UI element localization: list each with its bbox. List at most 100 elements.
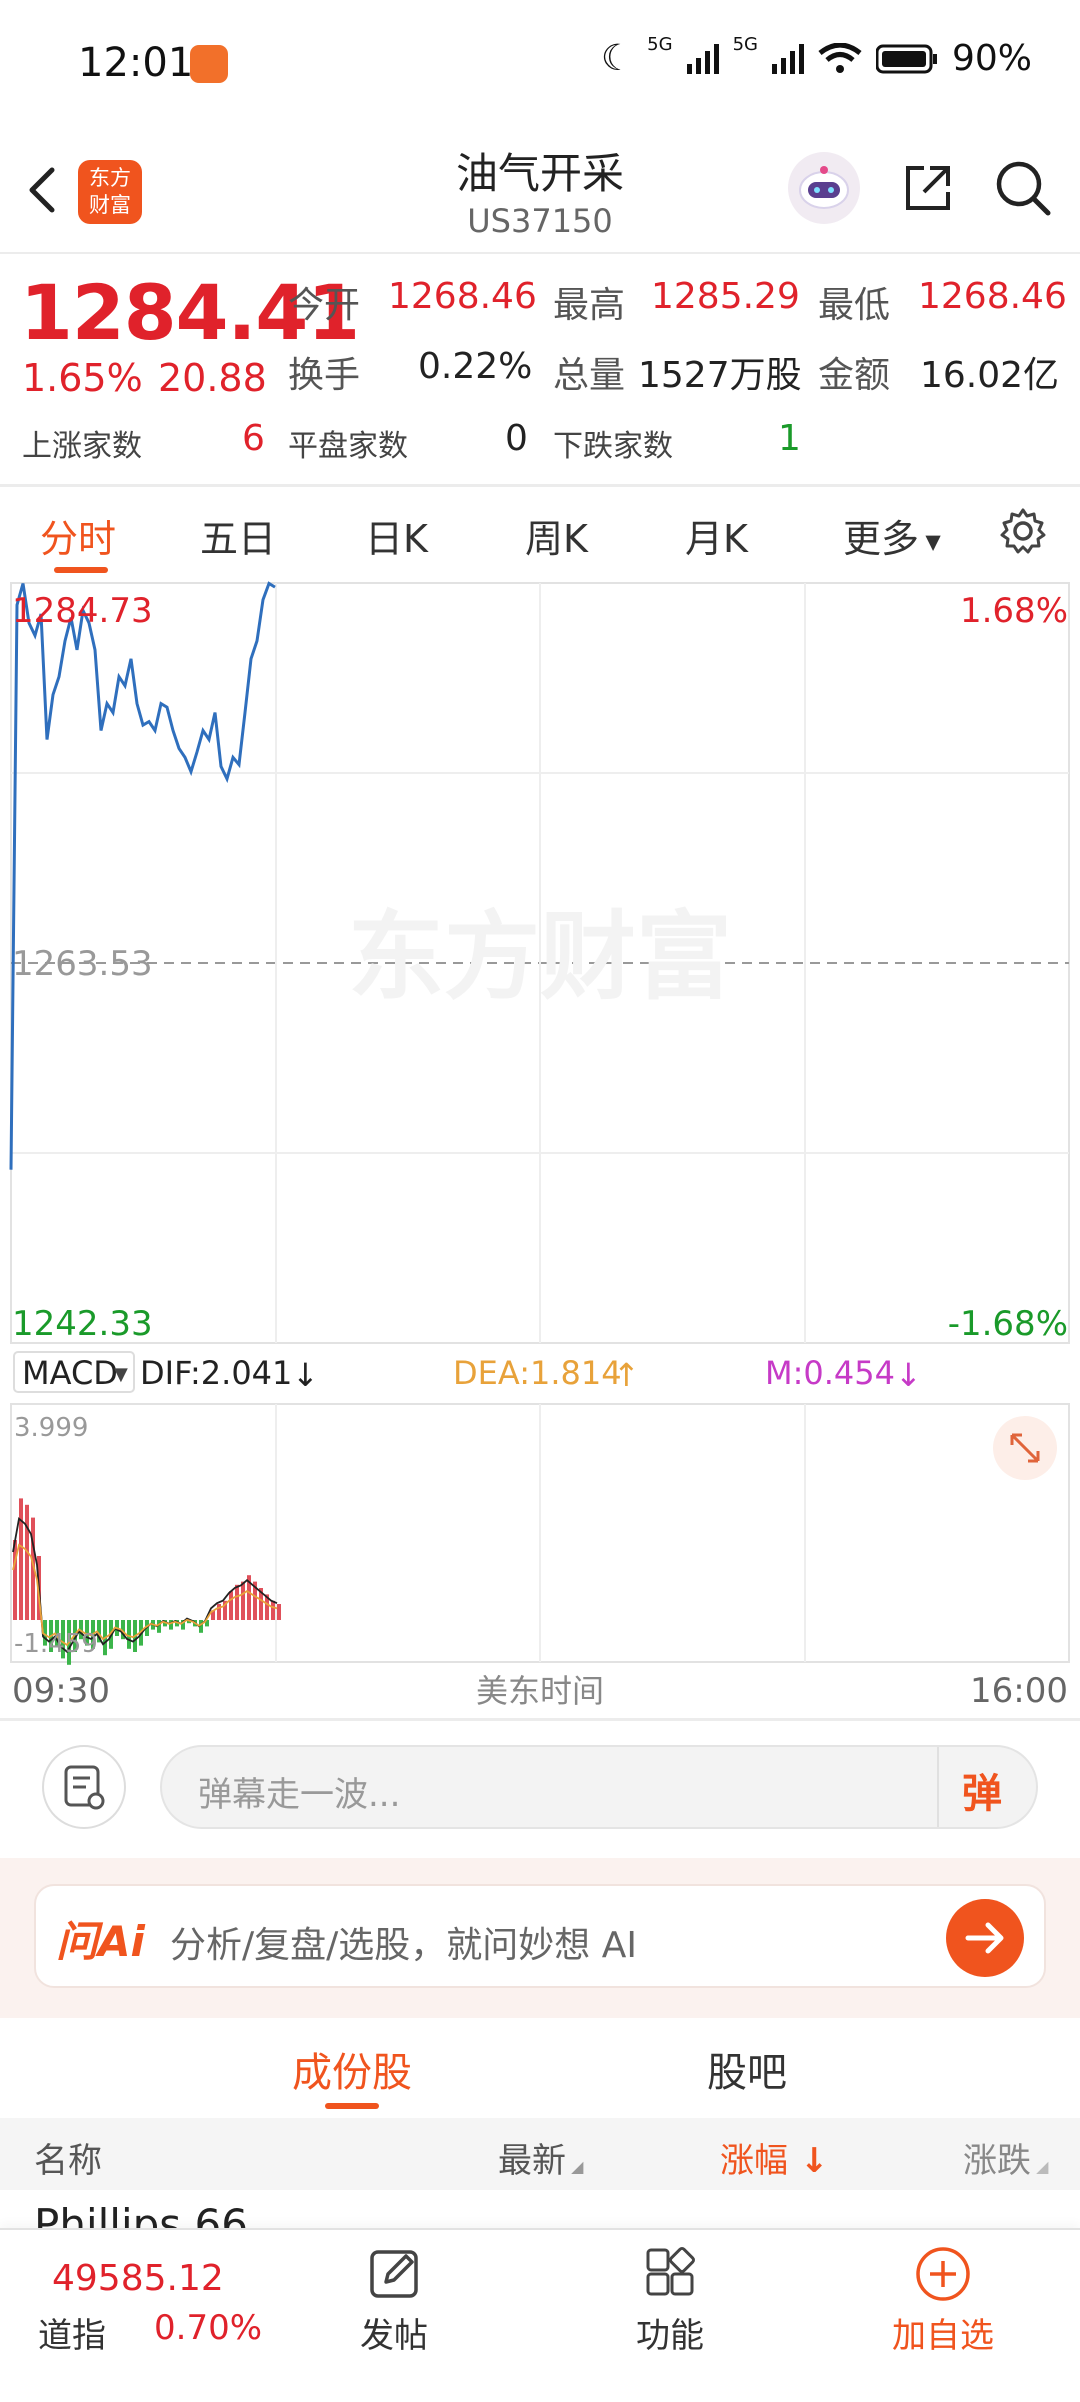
high-value: 1285.29 [651,276,800,317]
signal-icon-1: 5G [647,34,673,55]
tab-weekly-k[interactable]: 周K [525,508,588,563]
add-watchlist-button[interactable]: 加自选 [892,2244,994,2357]
caret-down-icon: ▼ [919,529,941,554]
danmaku-toggle-button[interactable]: 弹 [962,1761,1002,1819]
turnover-label: 换手 [288,355,361,396]
signal-bars-icon-1 [686,43,719,74]
status-time: 12:01 [78,40,194,86]
chart-top-price: 1284.73 [12,591,153,631]
col-change-pct[interactable]: 涨幅 ↓ [720,2133,828,2182]
col-name: 名称 [34,2141,102,2181]
chart-bottom-percent: -1.68% [948,1304,1068,1344]
header-divider [0,252,1080,254]
price-line [9,581,276,1170]
amount-value: 16.02亿 [920,355,1060,396]
tab-forum[interactable]: 股吧 [707,2040,787,2098]
flat-value: 0 [505,418,528,459]
macd-bar [235,1584,239,1620]
high-label: 最高 [553,285,626,326]
change-percent: 1.65% [22,356,143,400]
index-value[interactable]: 49585.12 [52,2258,224,2299]
edit-icon [370,2250,418,2298]
danmaku-settings-button[interactable] [42,1745,126,1829]
sort-icon: ◢ [566,2157,584,2176]
rising-label: 上涨家数 [22,429,142,464]
tab-more-label: 更多 [843,517,920,561]
chart-mid-price: 1263.53 [12,944,153,984]
ai-submit-button[interactable] [946,1899,1024,1977]
open-value: 1268.46 [388,276,537,317]
sub-tab-indicator [325,2103,379,2109]
bottom-nav: 49585.12 道指 0.70% 发帖 功能 加自选 [0,2228,1080,2402]
macd-dif: DIF:2.041 [140,1354,292,1392]
quote-divider [0,484,1080,487]
macd-dea: DEA:1.814 [453,1354,622,1392]
post-button[interactable]: 发帖 [360,2244,428,2357]
tab-constituents[interactable]: 成份股 [292,2040,412,2098]
ai-prompt: 分析/复盘/选股，就问妙想 AI [170,1925,637,1966]
tab-more[interactable]: 更多 ▼ [843,508,941,563]
macd-bar [19,1498,23,1620]
m-down-arrow-icon: ↓ [895,1356,922,1394]
tab-monthly-k[interactable]: 月K [685,508,748,563]
share-icon[interactable] [900,160,956,216]
intraday-chart[interactable]: 东方财富 1284.73 1.68% 1263.53 1242.33 -1.68… [0,580,1080,1720]
wifi-icon [818,42,862,73]
danmaku-input[interactable]: 弹幕走一波... 弹 [160,1745,1038,1829]
time-axis-end: 16:00 [970,1671,1068,1711]
falling-value: 1 [778,418,801,459]
active-tab-indicator [54,567,108,573]
battery-icon [875,44,937,73]
ai-ask-bar[interactable]: 问Ai 分析/复盘/选股，就问妙想 AI [34,1884,1046,1988]
amount-label: 金额 [818,355,891,396]
macd-bar [127,1620,131,1649]
signal-icon-2: 5G [732,34,758,55]
col-change-pct-label: 涨幅 [720,2141,788,2181]
macd-selector[interactable]: MACD [22,1354,118,1392]
col-change-label: 涨跌 [963,2141,1031,2181]
dif-down-arrow-icon: ↓ [292,1356,319,1394]
tab-intraday[interactable]: 分时 [40,508,116,563]
tab-daily-k[interactable]: 日K [365,508,428,563]
notification-app-icon [190,45,228,83]
chart-bottom-price: 1242.33 [12,1304,153,1344]
chart-divider [0,1718,1080,1721]
status-bar: 12:01 ☾ 5G 5G 90% [0,0,1080,130]
settings-gear-icon[interactable] [998,506,1048,556]
assistant-robot-icon[interactable] [788,152,860,224]
battery-text: 90% [951,38,1032,79]
macd-bottom-value: -1.459 [14,1629,98,1659]
search-icon[interactable] [993,158,1053,218]
macd-m: M:0.454 [765,1354,895,1392]
dea-up-arrow-icon: ↑ [613,1356,640,1394]
sort-down-arrow-icon: ↓ [788,2141,829,2181]
add-circle-icon [916,2247,970,2301]
col-change[interactable]: 涨跌 ◢ [963,2133,1048,2182]
turnover-value: 0.22% [418,346,533,387]
ai-brand: 问Ai [56,1917,145,1966]
tab-five-day[interactable]: 五日 [200,508,276,563]
post-label: 发帖 [360,2316,428,2356]
col-latest[interactable]: 最新 ◢ [498,2133,583,2182]
functions-button[interactable]: 功能 [636,2244,704,2357]
macd-bar [229,1591,233,1620]
index-change[interactable]: 0.70% [154,2308,262,2348]
danmaku-settings-icon [64,1765,105,1810]
change-amount: 20.88 [158,356,267,400]
danmaku-placeholder: 弹幕走一波... [198,1775,401,1815]
rising-value: 6 [242,418,265,459]
add-watchlist-label: 加自选 [892,2316,994,2356]
volume-label: 总量 [553,355,626,396]
index-name[interactable]: 道指 [38,2308,106,2357]
col-latest-label: 最新 [498,2141,566,2181]
watermark: 东方财富 [348,901,732,1013]
falling-label: 下跌家数 [553,429,673,464]
moon-icon: ☾ [600,38,634,79]
flat-label: 平盘家数 [288,429,408,464]
expand-icon[interactable] [993,1416,1057,1480]
functions-label: 功能 [636,2316,704,2356]
low-value: 1268.46 [918,276,1067,317]
macd-bar [25,1504,29,1620]
status-icons: ☾ 5G 5G 90% [600,34,1032,79]
time-axis-label: 美东时间 [476,1672,604,1710]
